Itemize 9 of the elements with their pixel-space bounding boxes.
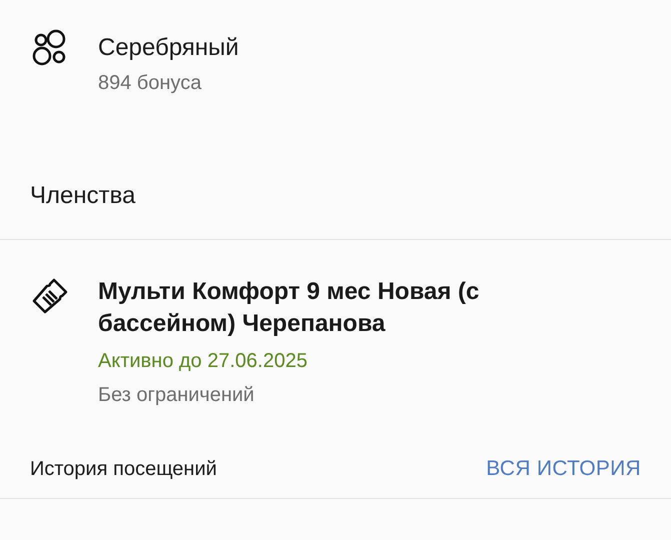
loyalty-level: Серебряный	[98, 33, 239, 63]
all-history-link[interactable]: ВСЯ ИСТОРИЯ	[486, 457, 641, 481]
history-label: История посещений	[30, 458, 217, 480]
membership-status: Активно до 27.06.2025	[98, 349, 308, 374]
membership-title: Мульти Комфорт 9 мес Новая (с бассейном) Черепанова	[98, 277, 480, 339]
membership-limit: Без ограничений	[98, 383, 256, 408]
section-title: Членства	[30, 182, 136, 209]
bonus-count: 894 бонуса	[98, 72, 202, 95]
ticket-icon	[30, 276, 70, 316]
